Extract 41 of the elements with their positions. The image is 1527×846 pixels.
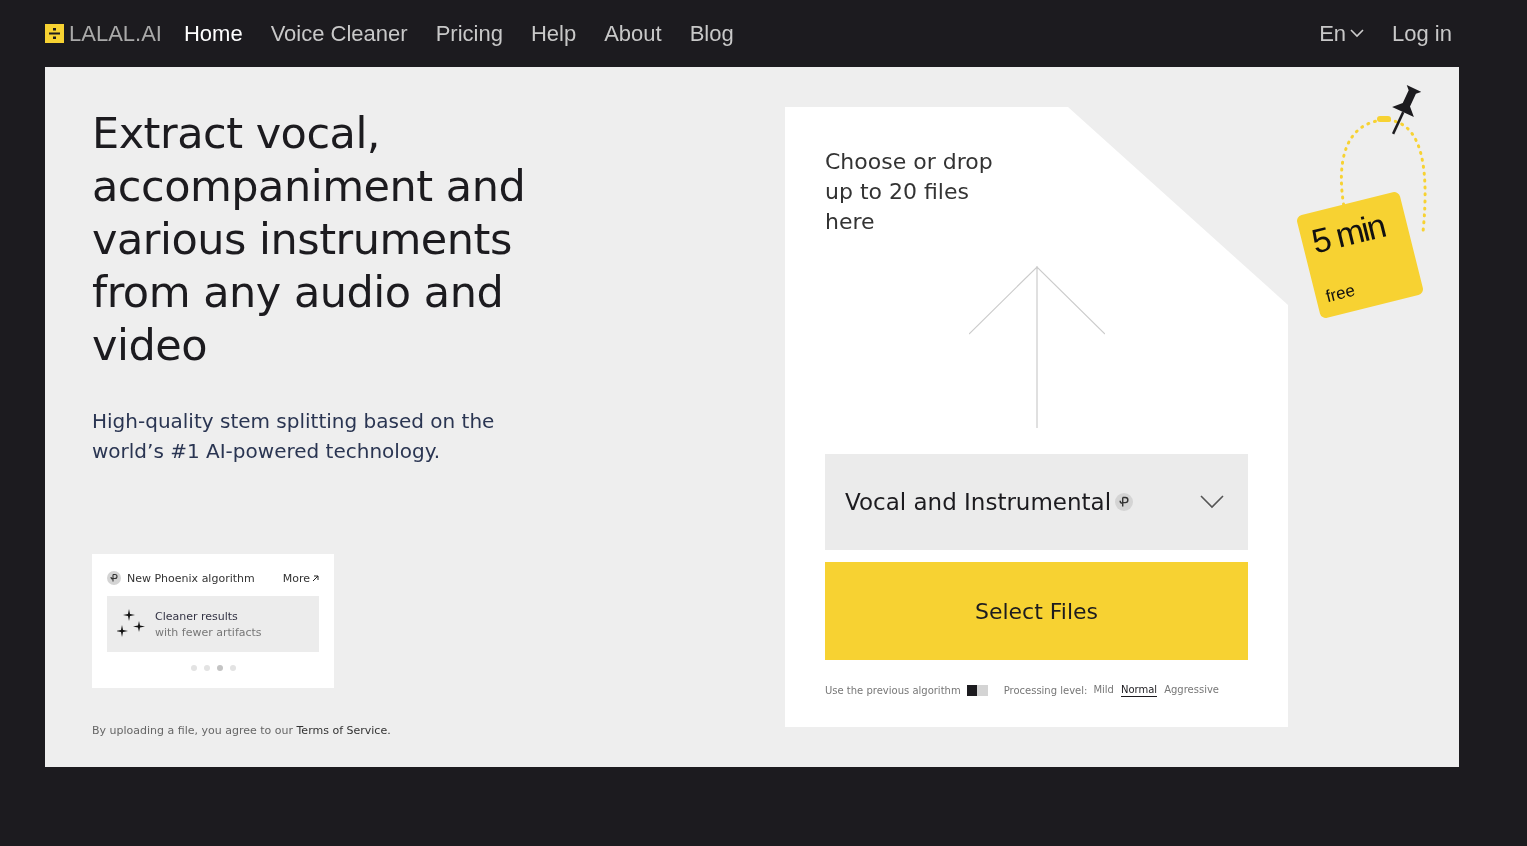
feature-title: Cleaner results xyxy=(155,609,239,623)
processing-level-option[interactable]: Mild xyxy=(1093,684,1114,697)
language-selector[interactable]: En xyxy=(1319,20,1365,47)
terms-link[interactable]: Terms of Service. xyxy=(296,724,391,737)
terms-text: By uploading a file, you agree to our Terms of Service. xyxy=(92,724,392,737)
more-link[interactable]: More xyxy=(282,571,319,585)
logo-text[interactable]: LALAL.AI xyxy=(69,20,162,47)
nav-link[interactable]: Home xyxy=(183,20,243,47)
nav-link[interactable]: About xyxy=(604,20,662,47)
carousel-dot[interactable] xyxy=(190,665,197,671)
hero-title: Extract vocal, accompaniment and various instruments from any audio and video xyxy=(92,107,527,372)
carousel-dot[interactable] xyxy=(216,665,223,671)
nav-link[interactable]: Blog xyxy=(689,20,734,47)
tag-note: free xyxy=(1323,279,1358,308)
stem-label: Vocal and Instrumental xyxy=(845,489,1112,515)
toggle-switch[interactable] xyxy=(966,685,988,696)
upload-prompt: Choose or drop up to 20 files here xyxy=(825,148,994,236)
promo-title: New Phoenix algorithm xyxy=(127,571,255,585)
carousel-dot[interactable] xyxy=(229,665,236,671)
upload-card[interactable]: Choose or drop up to 20 files here Vocal and Instrumental Select Files Use the previous algorithm Processing level: Mild Normal Aggressive xyxy=(785,107,1288,727)
processing-level-option[interactable]: Normal xyxy=(1120,684,1158,697)
login-link[interactable]: Log in xyxy=(1392,20,1452,47)
chevron-down-icon xyxy=(1200,495,1224,509)
nav-link[interactable]: Pricing xyxy=(435,20,503,47)
chevron-down-icon xyxy=(1350,29,1365,38)
feature-text: with fewer artifacts xyxy=(155,625,262,639)
processing-level-option[interactable]: Aggressive xyxy=(1164,684,1219,697)
processing-level-label: Processing level: xyxy=(1003,685,1088,696)
external-arrow-icon xyxy=(312,574,319,582)
phoenix-icon xyxy=(107,571,121,585)
logo-icon xyxy=(45,24,64,43)
select-files-button[interactable]: Select Files xyxy=(825,562,1248,660)
hero-subtitle: High-quality stem splitting based on the world’s #1 AI-powered technology. xyxy=(92,408,496,465)
phoenix-icon xyxy=(1115,493,1134,511)
previous-algorithm-label: Use the previous algorithm xyxy=(825,685,961,696)
tag-amount: 5 min xyxy=(1307,205,1390,262)
nav-link[interactable]: Help xyxy=(530,20,577,47)
upload-arrow-icon xyxy=(968,266,1105,428)
carousel-dot[interactable] xyxy=(203,665,210,671)
stem-dropdown[interactable]: Vocal and Instrumental xyxy=(825,454,1248,550)
nav-link[interactable]: Voice Cleaner xyxy=(270,20,408,47)
